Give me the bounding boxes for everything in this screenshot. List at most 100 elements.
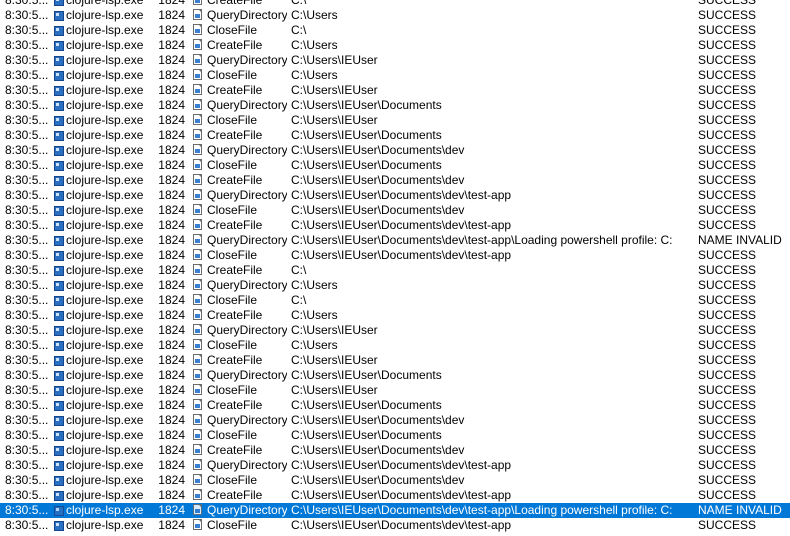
operation-cell: CloseFile [207,158,258,172]
pid-cell: 1824 [158,113,185,127]
time-cell: 8:30:5... [5,443,49,457]
event-row[interactable]: 8:30:5... clojure-lsp.exe 1824 CloseFile… [0,338,790,353]
event-row[interactable]: 8:30:5... clojure-lsp.exe 1824 CloseFile… [0,473,790,488]
file-system-icon [192,398,206,413]
process-name-cell: clojure-lsp.exe [66,188,144,202]
pid-cell: 1824 [158,233,185,247]
event-row[interactable]: 8:30:5... clojure-lsp.exe 1824 CloseFile… [0,203,790,218]
event-row[interactable]: 8:30:5... clojure-lsp.exe 1824 CreateFil… [0,218,790,233]
operation-cell: CreateFile [207,0,263,7]
event-row[interactable]: 8:30:5... clojure-lsp.exe 1824 CloseFile… [0,428,790,443]
pid-cell: 1824 [158,308,185,322]
application-window-icon [52,23,66,38]
event-row[interactable]: 8:30:5... clojure-lsp.exe 1824 CloseFile… [0,518,790,533]
process-name-cell: clojure-lsp.exe [66,218,144,232]
application-window-icon [52,83,66,98]
result-cell: SUCCESS [698,308,757,322]
path-cell: C:\Users\IEUser\Documents\dev\test-app [291,248,512,262]
file-system-icon [192,443,206,458]
event-row[interactable]: 8:30:5... clojure-lsp.exe 1824 CreateFil… [0,398,790,413]
process-name-cell: clojure-lsp.exe [66,98,144,112]
application-window-icon [52,203,66,218]
event-row[interactable]: 8:30:5... clojure-lsp.exe 1824 CreateFil… [0,488,790,503]
event-list[interactable]: 8:30:5... clojure-lsp.exe 1824 CreateFil… [0,0,790,533]
result-cell: SUCCESS [698,23,757,37]
time-cell: 8:30:5... [5,488,49,502]
event-row[interactable]: 8:30:5... clojure-lsp.exe 1824 CloseFile… [0,68,790,83]
process-name-cell: clojure-lsp.exe [66,233,144,247]
event-row[interactable]: 8:30:5... clojure-lsp.exe 1824 CloseFile… [0,293,790,308]
application-window-icon [52,38,66,53]
event-row[interactable]: 8:30:5... clojure-lsp.exe 1824 CloseFile… [0,383,790,398]
application-window-icon [52,263,66,278]
event-row[interactable]: 8:30:5... clojure-lsp.exe 1824 QueryDire… [0,53,790,68]
time-cell: 8:30:5... [5,158,49,172]
pid-cell: 1824 [158,293,185,307]
event-row[interactable]: 8:30:5... clojure-lsp.exe 1824 CreateFil… [0,83,790,98]
pid-cell: 1824 [158,368,185,382]
event-row[interactable]: 8:30:5... clojure-lsp.exe 1824 CreateFil… [0,38,790,53]
pid-cell: 1824 [158,443,185,457]
event-row[interactable]: 8:30:5... clojure-lsp.exe 1824 CreateFil… [0,308,790,323]
pid-cell: 1824 [158,338,185,352]
pid-cell: 1824 [158,203,185,217]
result-cell: SUCCESS [698,518,757,532]
event-row[interactable]: 8:30:5... clojure-lsp.exe 1824 QueryDire… [0,98,790,113]
path-cell: C:\Users\IEUser\Documents [291,368,442,382]
time-cell: 8:30:5... [5,353,49,367]
file-system-icon [192,143,206,158]
path-cell: C:\Users\IEUser\Documents\dev [291,173,465,187]
file-system-icon [192,278,206,293]
time-cell: 8:30:5... [5,278,49,292]
path-cell: C:\Users [291,308,338,322]
process-name-cell: clojure-lsp.exe [66,248,144,262]
event-row[interactable]: 8:30:5... clojure-lsp.exe 1824 QueryDire… [0,278,790,293]
pid-cell: 1824 [158,398,185,412]
event-row[interactable]: 8:30:5... clojure-lsp.exe 1824 CreateFil… [0,0,790,8]
pid-cell: 1824 [158,53,185,67]
operation-cell: CreateFile [207,38,263,52]
event-row[interactable]: 8:30:5... clojure-lsp.exe 1824 CloseFile… [0,23,790,38]
file-system-icon [192,0,206,8]
pid-cell: 1824 [158,0,185,7]
event-row[interactable]: 8:30:5... clojure-lsp.exe 1824 QueryDire… [0,8,790,23]
event-row[interactable]: 8:30:5... clojure-lsp.exe 1824 CreateFil… [0,173,790,188]
operation-cell: CloseFile [207,113,258,127]
event-row[interactable]: 8:30:5... clojure-lsp.exe 1824 QueryDire… [0,188,790,203]
process-name-cell: clojure-lsp.exe [66,308,144,322]
application-window-icon [52,353,66,368]
path-cell: C:\Users\IEUser\Documents\dev [291,473,465,487]
path-cell: C:\Users\IEUser\Documents\dev [291,203,465,217]
pid-cell: 1824 [158,518,185,532]
event-row[interactable]: 8:30:5... clojure-lsp.exe 1824 QueryDire… [0,233,790,248]
event-row[interactable]: 8:30:5... clojure-lsp.exe 1824 CreateFil… [0,443,790,458]
file-system-icon [192,23,206,38]
time-cell: 8:30:5... [5,323,49,337]
operation-cell: QueryDirectory [207,323,287,337]
application-window-icon [52,293,66,308]
event-row[interactable]: 8:30:5... clojure-lsp.exe 1824 CloseFile… [0,113,790,128]
event-row[interactable]: 8:30:5... clojure-lsp.exe 1824 QueryDire… [0,413,790,428]
event-row[interactable]: 8:30:5... clojure-lsp.exe 1824 QueryDire… [0,143,790,158]
path-cell: C:\Users\IEUser\Documents\dev\test-app [291,218,512,232]
result-cell: SUCCESS [698,443,757,457]
application-window-icon [52,398,66,413]
time-cell: 8:30:5... [5,53,49,67]
event-row[interactable]: 8:30:5... clojure-lsp.exe 1824 CloseFile… [0,158,790,173]
event-row[interactable]: 8:30:5... clojure-lsp.exe 1824 CreateFil… [0,353,790,368]
event-row[interactable]: 8:30:5... clojure-lsp.exe 1824 QueryDire… [0,368,790,383]
process-name-cell: clojure-lsp.exe [66,263,144,277]
time-cell: 8:30:5... [5,113,49,127]
event-row[interactable]: 8:30:5... clojure-lsp.exe 1824 QueryDire… [0,458,790,473]
time-cell: 8:30:5... [5,503,49,517]
result-cell: SUCCESS [698,113,757,127]
event-row[interactable]: 8:30:5... clojure-lsp.exe 1824 CreateFil… [0,128,790,143]
event-row[interactable]: 8:30:5... clojure-lsp.exe 1824 CreateFil… [0,263,790,278]
event-row[interactable]: 8:30:5... clojure-lsp.exe 1824 CloseFile… [0,248,790,263]
event-row[interactable]: 8:30:5... clojure-lsp.exe 1824 QueryDire… [0,323,790,338]
time-cell: 8:30:5... [5,458,49,472]
path-cell: C:\Users\IEUser\Documents\dev [291,413,465,427]
event-row[interactable]: 8:30:5... clojure-lsp.exe 1824 QueryDire… [0,503,790,518]
pid-cell: 1824 [158,488,185,502]
time-cell: 8:30:5... [5,0,49,7]
